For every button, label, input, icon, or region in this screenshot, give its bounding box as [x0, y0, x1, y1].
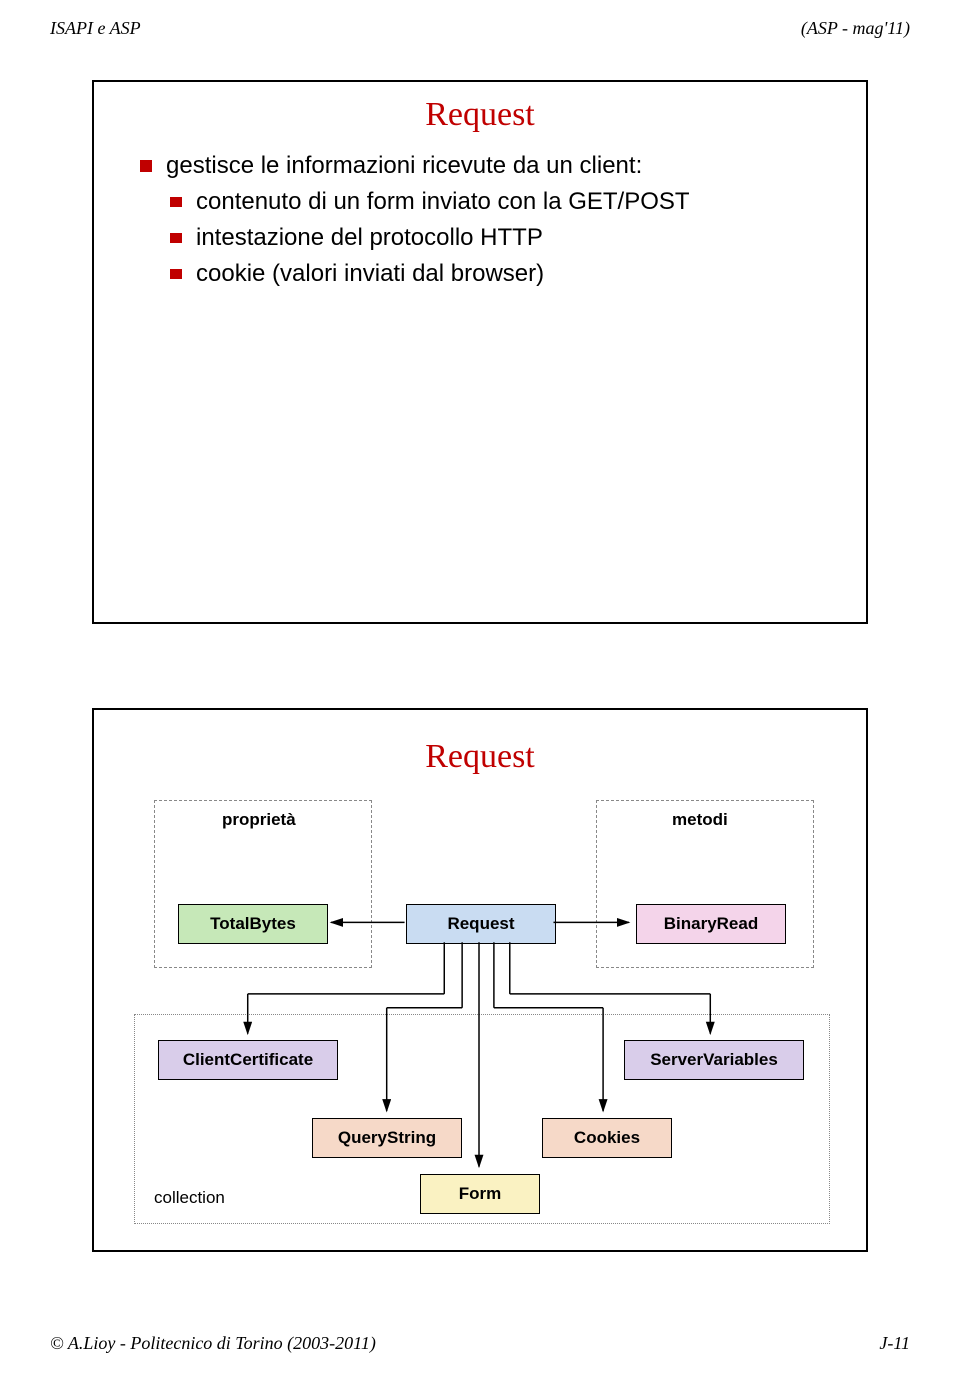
node-querystring: QueryString [312, 1118, 462, 1158]
node-form: Form [420, 1174, 540, 1214]
bullet-icon [170, 269, 182, 279]
node-clientcert: ClientCertificate [158, 1040, 338, 1080]
slide1-title: Request [94, 96, 866, 134]
bullet-sub1: contenuto di un form inviato con la GET/… [170, 188, 866, 216]
bullet-main-text: gestisce le informazioni ricevute da un … [166, 152, 642, 180]
header-right: (ASP - mag'11) [801, 18, 910, 39]
slide1-bullets: gestisce le informazioni ricevute da un … [140, 152, 866, 288]
node-totalbytes: TotalBytes [178, 904, 328, 944]
bullet-sub1-text: contenuto di un form inviato con la GET/… [196, 188, 690, 216]
label-proprieta: proprietà [222, 810, 296, 830]
slide-request-text: Request gestisce le informazioni ricevut… [92, 80, 868, 624]
bullet-sub3: cookie (valori inviati dal browser) [170, 260, 866, 288]
bullet-sub2-text: intestazione del protocollo HTTP [196, 224, 543, 252]
slide-request-diagram: Request proprietà metodi collection Tota… [92, 708, 868, 1252]
bullet-sub2: intestazione del protocollo HTTP [170, 224, 866, 252]
bullet-sub3-text: cookie (valori inviati dal browser) [196, 260, 544, 288]
label-collection: collection [154, 1188, 225, 1208]
node-binaryread: BinaryRead [636, 904, 786, 944]
footer-right: J-11 [879, 1333, 910, 1354]
header-left: ISAPI e ASP [50, 18, 141, 39]
bullet-icon [170, 233, 182, 243]
bullet-main: gestisce le informazioni ricevute da un … [140, 152, 866, 180]
node-cookies: Cookies [542, 1118, 672, 1158]
node-servervars: ServerVariables [624, 1040, 804, 1080]
label-metodi: metodi [672, 810, 728, 830]
slide2-title: Request [94, 738, 866, 776]
bullet-icon [170, 197, 182, 207]
bullet-icon [140, 160, 152, 172]
node-request: Request [406, 904, 556, 944]
footer-left: © A.Lioy - Politecnico di Torino (2003-2… [50, 1333, 376, 1354]
